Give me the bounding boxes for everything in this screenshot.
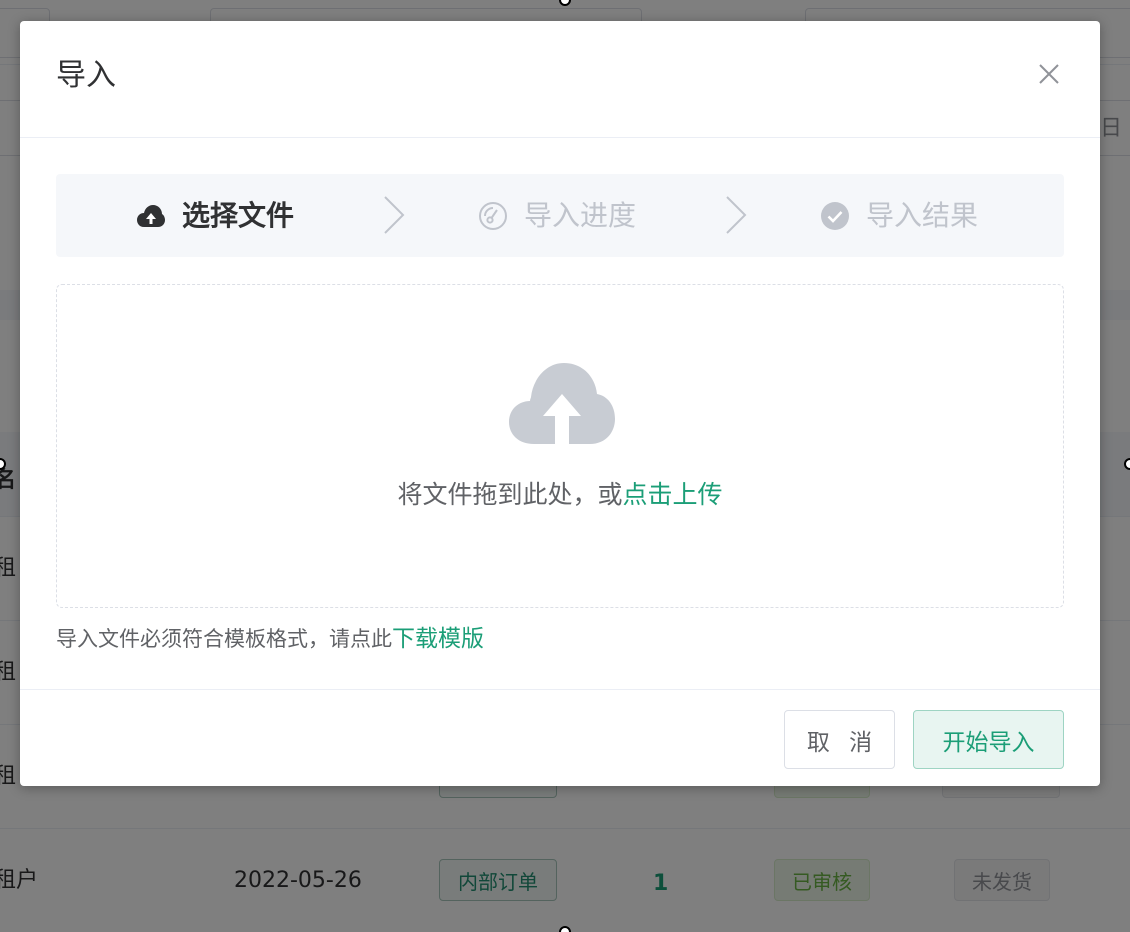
chevron-right-icon — [726, 196, 747, 234]
drop-hint-text: 将文件拖到此处，或 — [397, 480, 623, 509]
click-upload-link[interactable]: 点击上传 — [623, 480, 723, 509]
template-tip: 导入文件必须符合模板格式，请点此下载模版 — [56, 626, 484, 654]
file-drop-zone[interactable]: 将文件拖到此处，或点击上传 — [56, 284, 1064, 608]
close-icon — [1039, 64, 1059, 84]
resize-handle[interactable] — [1124, 458, 1130, 470]
drop-hint: 将文件拖到此处，或点击上传 — [57, 475, 1063, 511]
import-dialog: 导入 选择文件 导入进度 导入结果 将文件拖到此处，或点击上传 导入文件必须符合… — [20, 21, 1100, 786]
gauge-icon — [478, 201, 508, 231]
step-import-progress: 导入进度 — [478, 174, 636, 257]
cancel-button[interactable]: 取 消 — [784, 710, 895, 769]
chevron-right-icon — [384, 196, 405, 234]
download-template-link[interactable]: 下载模版 — [392, 626, 484, 652]
step-import-result: 导入结果 — [820, 174, 978, 257]
dialog-footer: 取 消 开始导入 — [20, 689, 1100, 786]
start-import-button[interactable]: 开始导入 — [913, 710, 1064, 769]
import-steps: 选择文件 导入进度 导入结果 — [56, 174, 1064, 257]
step-label: 选择文件 — [182, 198, 295, 232]
close-button[interactable] — [1036, 61, 1062, 87]
check-circle-icon — [820, 201, 850, 231]
step-select-file: 选择文件 — [136, 174, 294, 257]
cloud-upload-icon — [136, 201, 166, 231]
template-tip-text: 导入文件必须符合模板格式，请点此 — [56, 627, 392, 651]
resize-handle[interactable] — [559, 926, 571, 932]
cloud-upload-icon — [509, 363, 615, 444]
dialog-title: 导入 — [56, 58, 116, 93]
step-label: 导入结果 — [866, 198, 979, 232]
step-label: 导入进度 — [524, 198, 637, 232]
dialog-header: 导入 — [20, 21, 1100, 138]
